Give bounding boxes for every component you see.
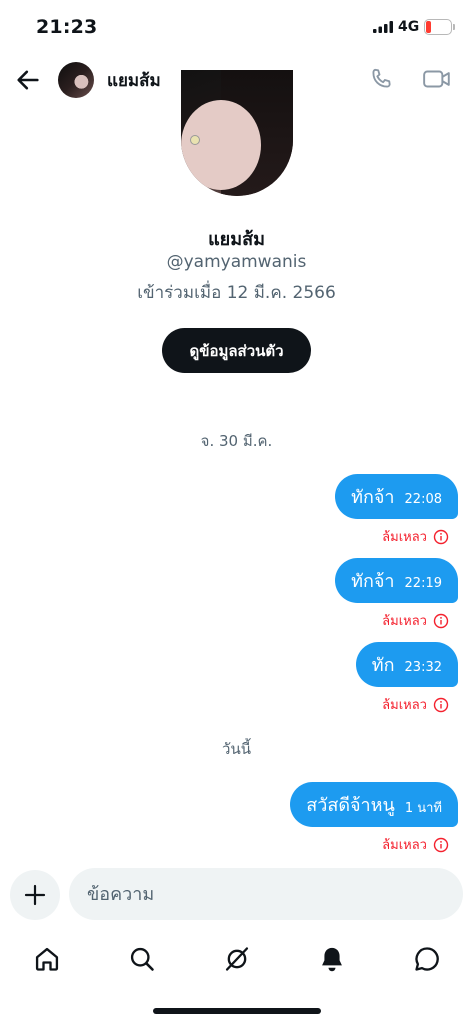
back-arrow-icon[interactable] <box>14 66 42 94</box>
message-time: 22:19 <box>404 575 442 591</box>
video-call-icon[interactable] <box>422 66 452 92</box>
header-name[interactable]: แยมส้ม <box>107 67 161 94</box>
message-status[interactable]: ล้มเหลว <box>382 610 449 631</box>
message-status-label: ล้มเหลว <box>382 530 427 545</box>
message-status[interactable]: ล้มเหลว <box>382 834 449 855</box>
info-icon <box>433 613 449 628</box>
message-status[interactable]: ล้มเหลว <box>382 694 449 715</box>
profile-handle: @yamyamwanis <box>166 252 307 272</box>
message-text: ทัก <box>371 655 395 676</box>
home-icon <box>35 947 59 971</box>
profile-avatar[interactable] <box>181 70 293 196</box>
battery-cap <box>453 24 455 30</box>
status-bar: 21:23 4G 11 <box>0 0 473 52</box>
message-bubble[interactable]: ทักจ้า 22:08 <box>335 474 458 519</box>
slash-circle-icon <box>225 947 249 971</box>
message-status-label: ล้มเหลว <box>382 838 427 853</box>
message-time: 22:08 <box>404 491 442 507</box>
view-profile-button[interactable]: ดูข้อมูลส่วนตัว <box>162 328 311 373</box>
bottom-tab-bar <box>0 936 473 982</box>
message-bubble[interactable]: ทัก 23:32 <box>355 642 458 687</box>
plus-icon <box>24 884 46 906</box>
network-label: 4G <box>398 19 420 35</box>
info-icon <box>433 837 449 852</box>
profile-name: แยมส้ม <box>208 229 265 250</box>
message-text: ทักจ้า <box>351 487 395 508</box>
message-composer <box>0 868 473 922</box>
battery-icon: 11 <box>424 19 452 35</box>
tab-search[interactable] <box>125 942 159 976</box>
message-status[interactable]: ล้มเหลว <box>382 526 449 547</box>
profile-joined-date: เข้าร่วมเมื่อ 12 มี.ค. 2566 <box>137 283 336 303</box>
info-icon <box>433 697 449 712</box>
tab-messages[interactable] <box>410 942 444 976</box>
add-media-button[interactable] <box>10 870 60 920</box>
chat-bubble-icon <box>415 947 439 971</box>
message-input[interactable] <box>69 868 463 920</box>
message-time: 23:32 <box>404 659 442 675</box>
date-separator: วันนี้ <box>222 740 251 758</box>
status-time: 21:23 <box>36 16 98 38</box>
tab-communities[interactable] <box>220 942 254 976</box>
message-time: 1 นาที <box>404 800 442 816</box>
message-text: สวัสดีจ้าหนู <box>306 795 395 816</box>
tab-home[interactable] <box>30 942 64 976</box>
battery-percent: 11 <box>430 19 446 32</box>
header-avatar[interactable] <box>58 62 94 98</box>
signal-icon <box>373 21 393 33</box>
message-text: ทักจ้า <box>351 571 395 592</box>
tab-notifications[interactable] <box>315 942 349 976</box>
bell-icon <box>322 947 342 972</box>
phone-icon[interactable] <box>368 66 394 92</box>
home-indicator[interactable] <box>153 1008 321 1014</box>
message-bubble[interactable]: สวัสดีจ้าหนู 1 นาที <box>290 782 458 827</box>
date-separator: จ. 30 มี.ค. <box>200 432 273 450</box>
info-icon <box>433 529 449 544</box>
search-icon <box>130 947 154 971</box>
message-bubble[interactable]: ทักจ้า 22:19 <box>335 558 458 603</box>
message-status-label: ล้มเหลว <box>382 614 427 629</box>
message-status-label: ล้มเหลว <box>382 698 427 713</box>
